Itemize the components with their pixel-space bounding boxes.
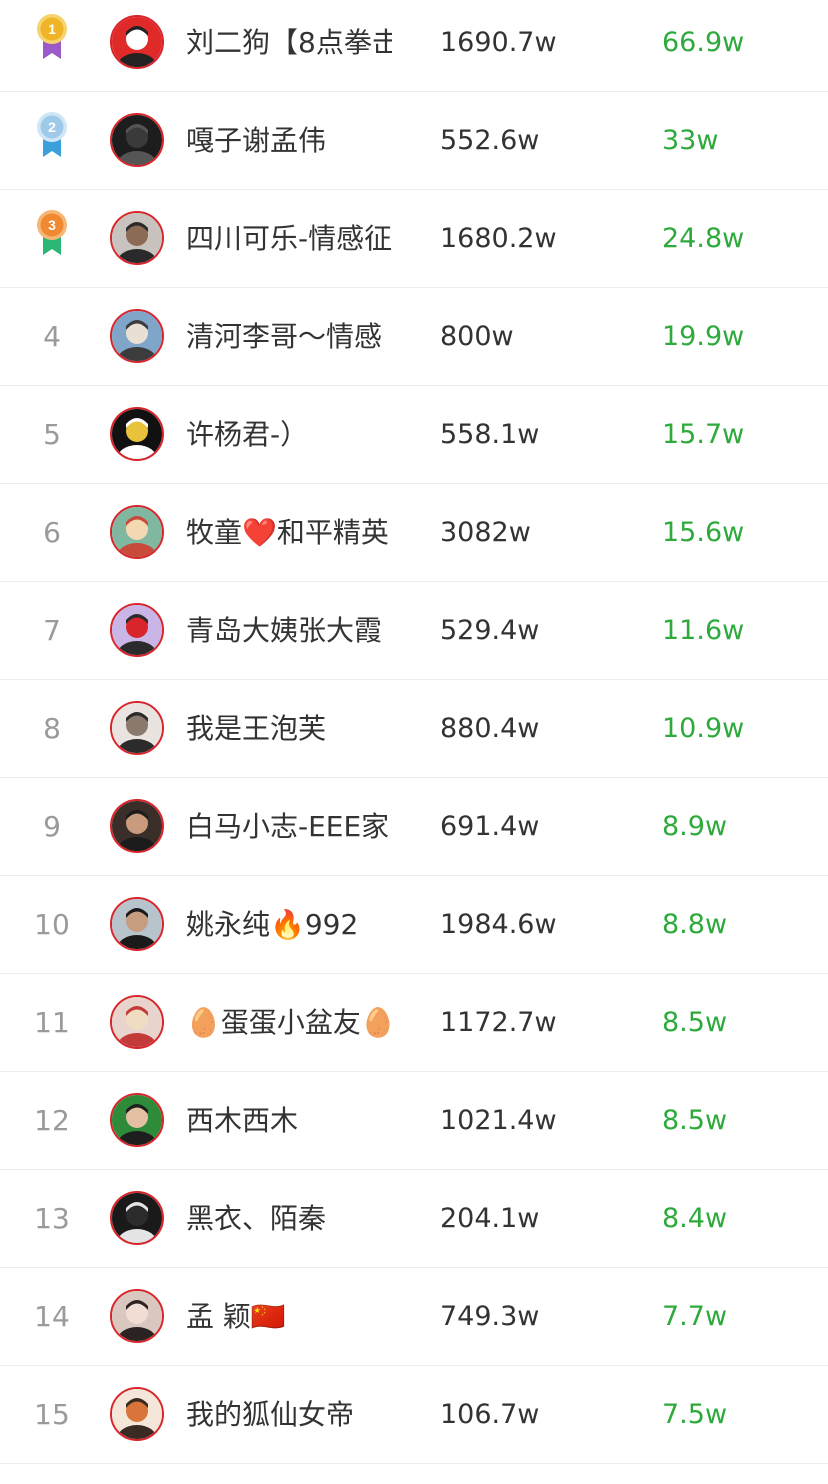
follower-gain: 8.5w <box>662 1105 728 1136</box>
follower-count: 800w <box>440 321 514 352</box>
follower-gain: 7.5w <box>662 1399 728 1430</box>
rank-number: 3 <box>48 217 56 233</box>
rank-number: 6 <box>43 516 61 549</box>
follower-gain: 7.7w <box>662 1301 728 1332</box>
rank-number: 7 <box>43 614 61 647</box>
rank-number: 2 <box>48 119 56 135</box>
account-name[interactable]: 许杨君-） <box>186 386 392 484</box>
table-row[interactable]: 10 姚永纯🔥992 1984.6w 8.8w <box>0 876 828 974</box>
account-name[interactable]: 四川可乐-情感征 <box>186 190 392 288</box>
account-name[interactable]: 青岛大姨张大霞 <box>186 582 392 680</box>
rank-number: 15 <box>34 1398 70 1431</box>
table-row[interactable]: 12 西木西木 1021.4w 8.5w <box>0 1072 828 1170</box>
follower-gain: 8.4w <box>662 1203 728 1234</box>
table-row[interactable]: 4 清河李哥～情感 800w 19.9w <box>0 288 828 386</box>
follower-gain: 33w <box>662 125 719 156</box>
avatar[interactable] <box>110 15 164 69</box>
table-row[interactable]: 2 嘎子谢孟伟 552.6w 33w <box>0 92 828 190</box>
account-name[interactable]: 🥚蛋蛋小盆友🥚 <box>186 974 392 1072</box>
avatar[interactable] <box>110 603 164 657</box>
avatar[interactable] <box>110 211 164 265</box>
avatar[interactable] <box>110 897 164 951</box>
account-name[interactable]: 嘎子谢孟伟 <box>186 92 392 190</box>
table-row[interactable]: 8 我是王泡芙 880.4w 10.9w <box>0 680 828 778</box>
avatar[interactable] <box>110 701 164 755</box>
table-row[interactable]: 7 青岛大姨张大霞 529.4w 11.6w <box>0 582 828 680</box>
table-row[interactable]: 14 孟 颖🇨🇳 749.3w 7.7w <box>0 1268 828 1366</box>
table-row[interactable]: 11 🥚蛋蛋小盆友🥚 1172.7w 8.5w <box>0 974 828 1072</box>
avatar[interactable] <box>110 799 164 853</box>
account-name[interactable]: 清河李哥～情感 <box>186 288 392 386</box>
follower-count: 880.4w <box>440 713 540 744</box>
rank-number: 9 <box>43 810 61 843</box>
follower-gain: 15.6w <box>662 517 745 548</box>
avatar[interactable] <box>110 1387 164 1441</box>
follower-gain: 8.9w <box>662 811 728 842</box>
follower-count: 529.4w <box>440 615 540 646</box>
follower-count: 3082w <box>440 517 531 548</box>
follower-count: 1690.7w <box>440 27 557 58</box>
rank-number: 1 <box>48 21 56 37</box>
table-row[interactable]: 5 许杨君-） 558.1w 15.7w <box>0 386 828 484</box>
follower-gain: 66.9w <box>662 27 745 58</box>
table-row[interactable]: 15 我的狐仙女帝 106.7w 7.5w <box>0 1366 828 1464</box>
follower-gain: 10.9w <box>662 713 745 744</box>
rank-number: 13 <box>34 1202 70 1235</box>
follower-count: 1680.2w <box>440 223 557 254</box>
follower-count: 1172.7w <box>440 1007 557 1038</box>
table-row[interactable]: 9 白马小志-EEE家 691.4w 8.9w <box>0 778 828 876</box>
account-name[interactable]: 西木西木 <box>186 1072 392 1170</box>
follower-count: 552.6w <box>440 125 540 156</box>
account-name[interactable]: 白马小志-EEE家 <box>186 778 392 876</box>
rank-number: 5 <box>43 418 61 451</box>
follower-gain: 8.8w <box>662 909 728 940</box>
avatar[interactable] <box>110 1093 164 1147</box>
follower-gain: 24.8w <box>662 223 745 254</box>
account-name[interactable]: 我是王泡芙 <box>186 680 392 778</box>
gold-medal-icon: 1 <box>34 13 70 61</box>
follower-count: 106.7w <box>440 1399 540 1430</box>
avatar[interactable] <box>110 113 164 167</box>
avatar[interactable] <box>110 995 164 1049</box>
avatar[interactable] <box>110 505 164 559</box>
table-row[interactable]: 1 刘二狗【8点拳击 1690.7w 66.9w <box>0 0 828 92</box>
avatar[interactable] <box>110 1191 164 1245</box>
table-row[interactable]: 6 牧童❤️和平精英 3082w 15.6w <box>0 484 828 582</box>
follower-count: 691.4w <box>440 811 540 842</box>
silver-medal-icon: 2 <box>34 111 70 159</box>
account-name[interactable]: 牧童❤️和平精英 <box>186 484 392 582</box>
account-name[interactable]: 刘二狗【8点拳击 <box>186 0 392 92</box>
rank-number: 10 <box>34 908 70 941</box>
follower-gain: 8.5w <box>662 1007 728 1038</box>
follower-count: 558.1w <box>440 419 540 450</box>
avatar[interactable] <box>110 309 164 363</box>
follower-count: 749.3w <box>440 1301 540 1332</box>
avatar[interactable] <box>110 407 164 461</box>
rank-number: 11 <box>34 1006 70 1039</box>
account-name[interactable]: 孟 颖🇨🇳 <box>186 1268 392 1366</box>
avatar[interactable] <box>110 1289 164 1343</box>
rank-number: 12 <box>34 1104 70 1137</box>
ranking-list: 1 刘二狗【8点拳击 1690.7w 66.9w 2 嘎子谢孟伟 552.6w 33w 3 四川可… <box>0 0 828 1464</box>
rank-number: 8 <box>43 712 61 745</box>
account-name[interactable]: 我的狐仙女帝 <box>186 1366 392 1464</box>
rank-number: 14 <box>34 1300 70 1333</box>
rank-number: 4 <box>43 320 61 353</box>
follower-gain: 15.7w <box>662 419 745 450</box>
account-name[interactable]: 黑衣、陌秦 <box>186 1170 392 1268</box>
follower-count: 1984.6w <box>440 909 557 940</box>
table-row[interactable]: 3 四川可乐-情感征 1680.2w 24.8w <box>0 190 828 288</box>
follower-count: 1021.4w <box>440 1105 557 1136</box>
follower-gain: 19.9w <box>662 321 745 352</box>
account-name[interactable]: 姚永纯🔥992 <box>186 876 392 974</box>
bronze-medal-icon: 3 <box>34 209 70 257</box>
follower-gain: 11.6w <box>662 615 745 646</box>
table-row[interactable]: 13 黑衣、陌秦 204.1w 8.4w <box>0 1170 828 1268</box>
follower-count: 204.1w <box>440 1203 540 1234</box>
